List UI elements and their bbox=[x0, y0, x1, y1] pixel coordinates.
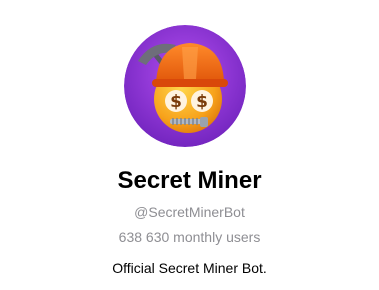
monthly-users-count: 638 630 monthly users bbox=[118, 229, 261, 245]
svg-text:$: $ bbox=[196, 92, 208, 112]
bot-username[interactable]: @SecretMinerBot bbox=[0, 203, 379, 221]
miner-emoji-avatar-icon: $ $ bbox=[124, 25, 246, 147]
bot-description: Official Secret Miner Bot. bbox=[112, 260, 267, 276]
bot-profile-card: $ $ Secret Miner @SecretMinerBot 638 630… bbox=[0, 0, 379, 290]
bot-name: Secret Miner bbox=[117, 167, 262, 194]
svg-text:$: $ bbox=[170, 92, 182, 112]
bot-avatar[interactable]: $ $ bbox=[124, 25, 246, 147]
